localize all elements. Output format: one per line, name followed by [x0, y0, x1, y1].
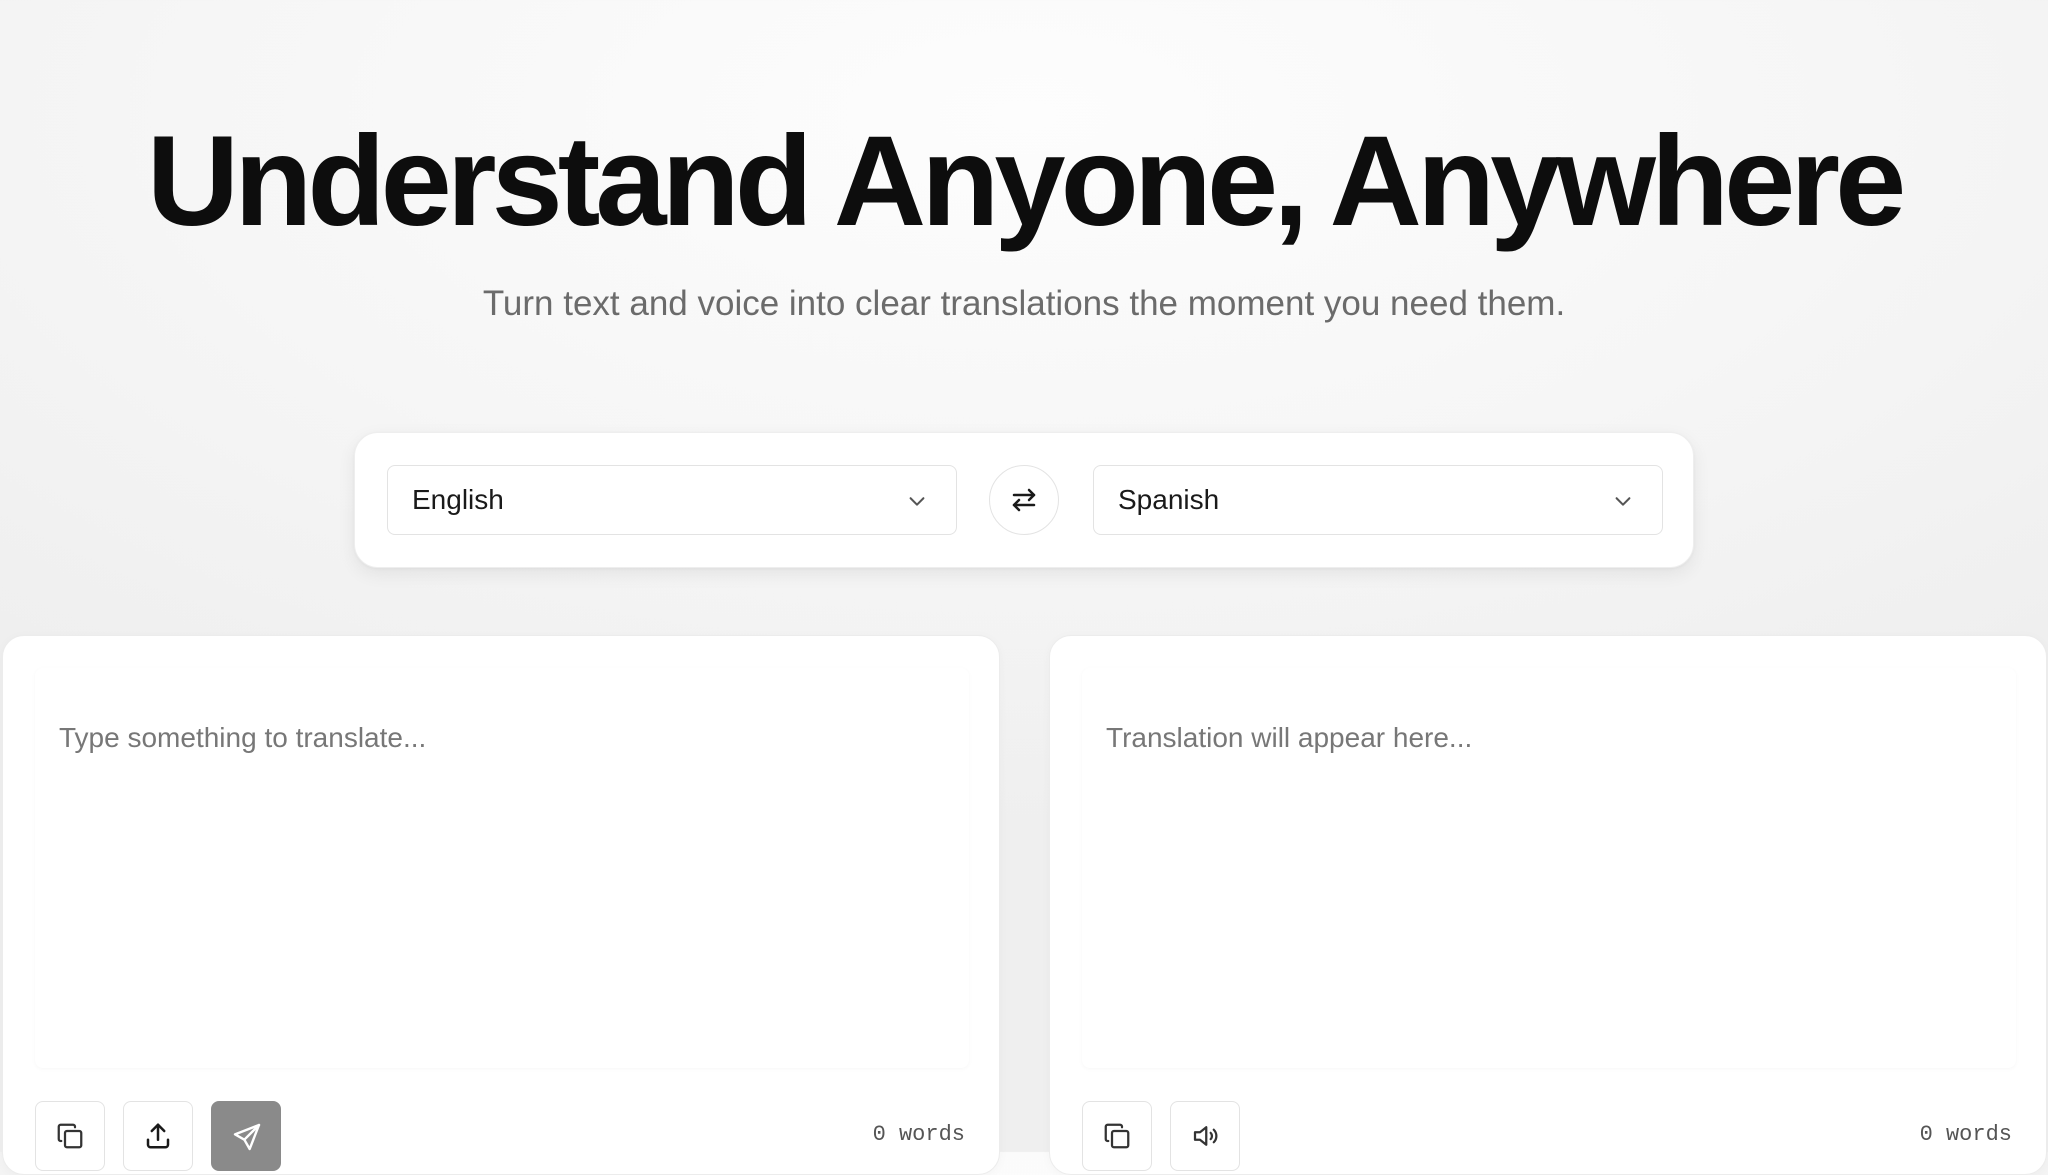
source-word-count: 0 words [872, 1122, 965, 1147]
source-language-select[interactable]: English [387, 465, 957, 535]
source-text-input[interactable] [35, 668, 969, 1068]
chevron-down-icon [909, 497, 925, 506]
swap-languages-button[interactable] [989, 465, 1059, 535]
source-text-area [35, 668, 969, 1068]
upload-button[interactable] [123, 1101, 193, 1171]
page-subtitle: Turn text and voice into clear translati… [482, 284, 1566, 323]
page-title: Understand Anyone, Anywhere [146, 110, 1907, 253]
speaker-icon [1193, 1126, 1218, 1146]
language-bar: English Spanish [354, 432, 1694, 568]
copy-icon [1104, 1123, 1130, 1149]
translation-output-area: Translation will appear here... [1082, 668, 2016, 1068]
swap-arrows-icon [1012, 488, 1036, 512]
upload-icon [146, 1123, 170, 1149]
source-language-label: English [412, 484, 504, 515]
copy-translation-button[interactable] [1082, 1101, 1152, 1171]
target-language-select[interactable]: Spanish [1093, 465, 1663, 535]
copy-icon [57, 1123, 83, 1149]
source-panel: 0 words [2, 635, 1000, 1175]
translation-placeholder: Translation will appear here... [1106, 722, 1473, 753]
target-panel: Translation will appear here... 0 words [1049, 635, 2047, 1175]
chevron-down-icon [1615, 497, 1631, 506]
target-language-label: Spanish [1118, 484, 1220, 515]
translation-word-count: 0 words [1919, 1122, 2012, 1147]
speak-button[interactable] [1170, 1101, 1240, 1171]
send-button[interactable] [211, 1101, 281, 1171]
send-icon [233, 1123, 261, 1151]
copy-source-button[interactable] [35, 1101, 105, 1171]
